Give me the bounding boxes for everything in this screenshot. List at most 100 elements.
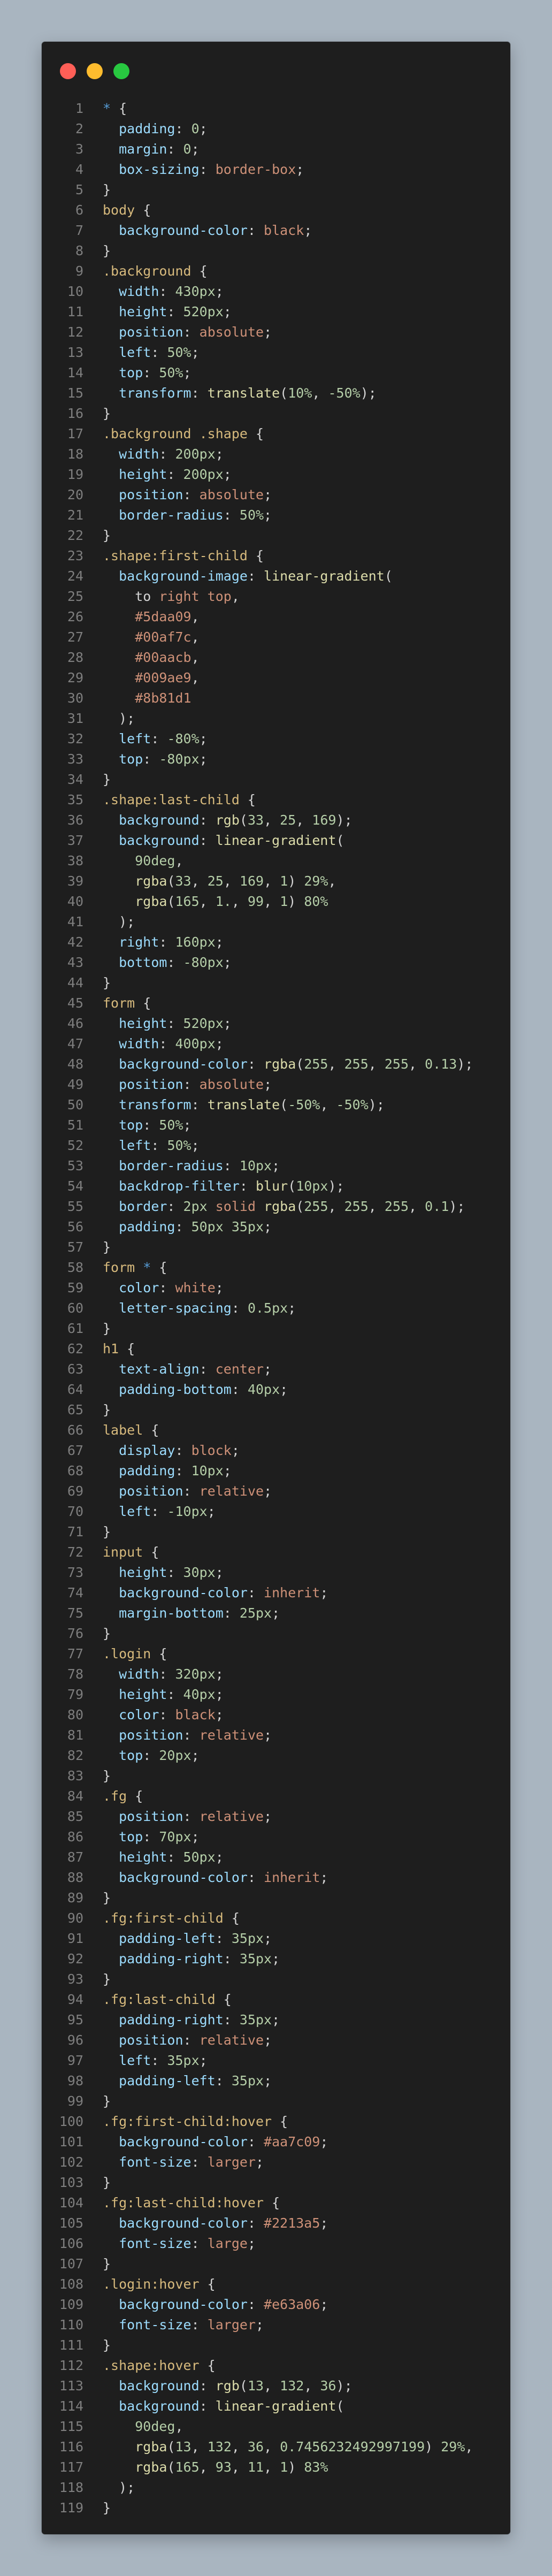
line-number: 106 [59,2236,83,2251]
code-text: width: 430px; [103,281,510,302]
code-text: margin-bottom: 25px; [103,1603,510,1624]
code-token: : [223,1158,240,1173]
code-text: } [103,525,510,546]
code-token: ); [457,1056,473,1072]
line-number: 113 [59,2378,83,2394]
line-number: 21 [67,507,83,523]
code-text: rgba(33, 25, 169, 1) 29%, [103,871,510,891]
code-token: solid [215,1199,256,1214]
code-token: #5daa09 [135,609,191,624]
code-token: 50% [239,507,264,523]
code-text: #8b81d1 [103,688,510,708]
code-token: 50% [167,1138,191,1153]
code-text: background: linear-gradient( [103,830,510,851]
code-text: } [103,1319,510,1339]
code-token: ; [223,467,232,482]
code-token: : [247,1585,264,1601]
code-token: } [103,1768,111,1784]
code-text: display: block; [103,1441,510,1461]
code-line: 38 90deg, [42,851,510,871]
code-text: backdrop-filter: blur(10px); [103,1176,510,1196]
code-token: larger [207,2154,256,2170]
code-token: linear-gradient [215,2398,336,2414]
code-token: 35px [231,2073,264,2089]
code-token: ; [264,1483,272,1499]
code-token: rgba [264,1056,296,1072]
code-token: ; [199,121,208,136]
code-token: , [409,1199,425,1214]
code-line: 88 background-color: inherit; [42,1868,510,1888]
code-token: : [247,2297,264,2312]
code-token: ; [231,1443,240,1458]
line-number: 31 [67,711,83,726]
code-token: 165 [175,2459,200,2475]
line-number: 35 [67,792,83,807]
code-token: width [119,446,159,462]
code-token: background-color [119,223,248,238]
code-text: } [103,1237,510,1257]
code-line: 18 width: 200px; [42,444,510,464]
code-token: ) [288,2459,304,2475]
code-token: { [151,1646,167,1662]
code-text: .shape:last-child { [103,790,510,810]
code-token: } [103,975,111,990]
line-number: 51 [67,1117,83,1133]
code-token: ; [191,345,200,360]
code-line: 92 padding-right: 35px; [42,1949,510,1969]
code-line: 37 background: linear-gradient( [42,830,510,851]
code-token: 520px [183,304,224,319]
code-token: height [119,304,167,319]
line-number: 16 [67,406,83,421]
code-editor[interactable]: 1 * {2 padding: 0; 3 margin: 0; 4 box-sizin… [42,98,510,2518]
code-token: 25 [207,873,224,889]
line-number: 89 [67,1890,83,1906]
maximize-button[interactable] [113,63,129,79]
close-button[interactable] [60,63,76,79]
minimize-button[interactable] [87,63,103,79]
code-line: 39 rgba(33, 25, 169, 1) 29%, [42,871,510,891]
code-text: } [103,2254,510,2274]
code-token: linear-gradient [264,568,385,584]
code-token: : [159,1707,175,1723]
code-token: : [167,1199,183,1214]
code-text: background-color: rgba(255, 255, 255, 0.… [103,1054,510,1074]
code-text: #009ae9, [103,668,510,688]
code-token: 255 [304,1056,328,1072]
code-token: { [191,263,208,279]
code-line: 56 padding: 50px 35px; [42,1217,510,1237]
code-token: 70px [159,1829,191,1845]
line-number: 86 [67,1829,83,1845]
code-text: color: white; [103,1278,510,1298]
code-token: { [247,426,264,441]
code-token: : [191,2154,208,2170]
code-token: font-size [119,2154,191,2170]
code-token: : [143,365,159,380]
code-line: 3 margin: 0; [42,139,510,159]
code-token: ; [320,2297,328,2312]
line-number: 92 [67,1951,83,1967]
code-line: 96 position: relative; [42,2030,510,2051]
code-token: , [199,2459,216,2475]
code-token: font-size [119,2317,191,2333]
code-token: : [151,345,167,360]
code-text: padding: 10px; [103,1461,510,1481]
code-line: 104 .fg:last-child:hover { [42,2193,510,2213]
line-number: 112 [59,2358,83,2373]
code-token: 29% [441,2439,465,2455]
code-text: #00af7c, [103,627,510,647]
code-token: : [175,1463,191,1478]
code-token: to [103,589,159,604]
line-number: 117 [59,2459,83,2475]
code-token: : [231,1382,248,1397]
line-number: 107 [59,2256,83,2272]
